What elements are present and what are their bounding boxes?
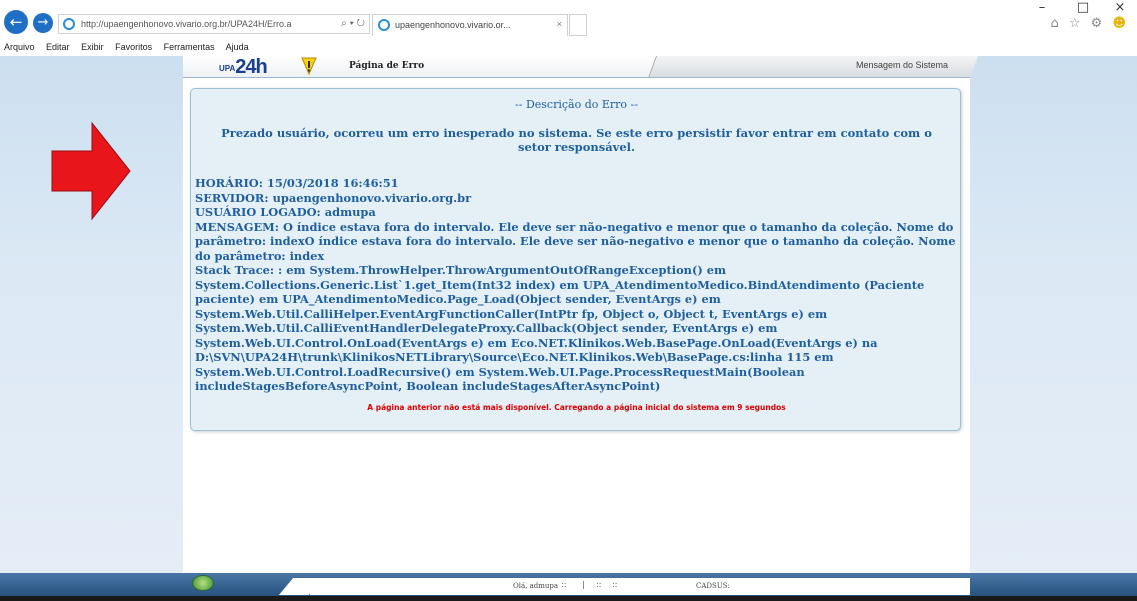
restore-button[interactable]: □ (1068, 0, 1098, 15)
home-star-gear-icons[interactable]: ⌂ ☆ ⚙ (1050, 16, 1105, 31)
minimize-button[interactable]: – (1027, 0, 1057, 15)
footer-cadsus: CADSUS: (696, 582, 730, 590)
stack-value: : em System.ThrowHelper.ThrowArgumentOut… (195, 263, 925, 393)
ie-icon (378, 19, 390, 31)
page: Mensagem do Sistema UPA24h Página de Err… (0, 56, 1137, 601)
time-value: 15/03/2018 16:46:51 (266, 176, 399, 190)
logo-small-text: UPA (219, 64, 236, 73)
error-message: MENSAGEM: O índice estava fora do interv… (195, 220, 960, 264)
forward-icon[interactable]: → (33, 13, 53, 33)
message-label: MENSAGEM: (195, 219, 279, 234)
stack-label: Stack Trace: (195, 263, 275, 277)
time-label: HORÁRIO: (195, 176, 263, 190)
footer-bottom-edge (0, 596, 1137, 601)
footer-separator-4: :: (612, 580, 618, 589)
back-icon[interactable]: ← (4, 10, 28, 34)
message-value: O índice estava fora do intervalo. Ele d… (195, 219, 956, 263)
error-box: -- Descrição do Erro -- Prezado usuário,… (190, 88, 961, 431)
footer-separator-3: :: (596, 580, 602, 589)
error-heading: -- Descrição do Erro -- (515, 98, 638, 111)
server-label: SERVIDOR: (195, 190, 269, 205)
footer-greeting: Olá, admupa (513, 582, 559, 590)
address-controls[interactable]: ⌕ ▾ ↻ (341, 18, 365, 29)
browser-titlebar: ← → http://upaengenhonovo.vivario.org.br… (0, 0, 1137, 40)
footer-separator-2: | (582, 580, 585, 589)
address-text: http://upaengenhonovo.vivario.org.br/UPA… (81, 19, 292, 29)
upa24h-logo: UPA24h (219, 56, 268, 78)
error-stack: Stack Trace: : em System.ThrowHelper.Thr… (195, 263, 960, 394)
globe-icon[interactable] (192, 575, 214, 591)
toolbar-icons[interactable]: ⌂ ☆ ⚙ ☻ (1050, 16, 1129, 31)
error-intro: Prezado usuário, ocorreu um erro inesper… (221, 126, 932, 154)
menu-favoritos[interactable]: Favoritos (115, 42, 152, 52)
menu-bar: Arquivo Editar Exibir Favoritos Ferramen… (0, 40, 1137, 56)
warning-icon (301, 57, 317, 75)
menu-arquivo[interactable]: Arquivo (4, 42, 35, 52)
redirect-notice: A página anterior não está mais disponív… (367, 403, 786, 412)
menu-ajuda[interactable]: Ajuda (226, 42, 249, 52)
feedback-icon[interactable]: ☻ (1112, 16, 1129, 31)
error-server: SERVIDOR: upaengenhonovo.vivario.org.br (195, 191, 960, 206)
logo-big-text: 24h (235, 56, 267, 78)
error-user: USUÁRIO LOGADO: admupa (195, 205, 960, 220)
user-label: USUÁRIO LOGADO: (195, 205, 321, 219)
tab-title: upaengenhonovo.vivario.or... (395, 20, 511, 30)
menu-exibir[interactable]: Exibir (81, 42, 104, 52)
user-value: admupa (324, 205, 376, 219)
red-arrow-icon (51, 121, 131, 221)
error-details: HORÁRIO: 15/03/2018 16:46:51 SERVIDOR: u… (195, 176, 960, 394)
ie-icon (63, 18, 75, 30)
new-tab-button[interactable] (569, 14, 587, 36)
footer-separator-1: :: (561, 580, 567, 589)
address-bar[interactable]: http://upaengenhonovo.vivario.org.br/UPA… (58, 14, 370, 34)
menu-ferramentas[interactable]: Ferramentas (164, 42, 215, 52)
page-title: Página de Erro (349, 61, 425, 71)
error-time: HORÁRIO: 15/03/2018 16:46:51 (195, 176, 960, 191)
menu-editar[interactable]: Editar (46, 42, 70, 52)
footer-status-strip (310, 578, 970, 595)
close-button[interactable]: × (1105, 0, 1135, 15)
right-margin (970, 56, 1137, 601)
browser-tab[interactable]: upaengenhonovo.vivario.or... × (372, 14, 568, 36)
system-message-tab[interactable]: Mensagem do Sistema (856, 60, 948, 70)
server-value: upaengenhonovo.vivario.org.br (272, 190, 472, 205)
tab-close-icon[interactable]: × (557, 19, 562, 29)
